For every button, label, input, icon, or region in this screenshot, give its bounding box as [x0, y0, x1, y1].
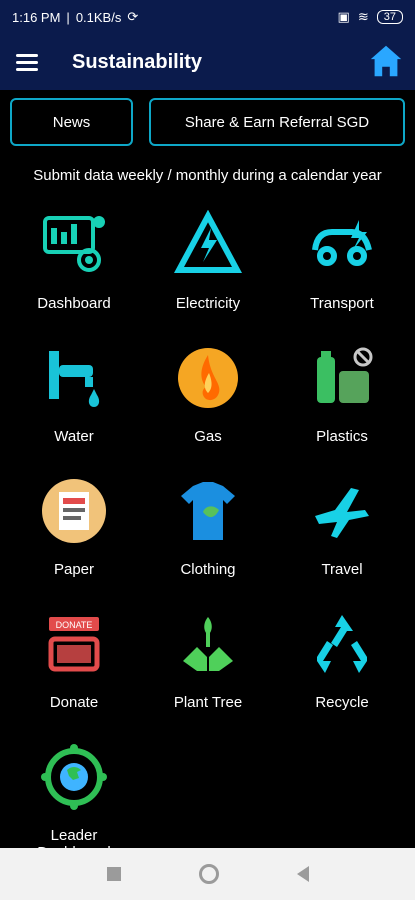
tile-water[interactable]: Water: [14, 343, 134, 463]
plant-tree-icon: [183, 617, 233, 671]
home-icon[interactable]: [367, 42, 405, 80]
hamburger-menu-icon[interactable]: [16, 48, 44, 76]
network-speed: 0.1KB/s: [75, 9, 122, 25]
tile-label: Water: [54, 428, 94, 445]
page-title: Sustainability: [72, 50, 203, 73]
tile-dashboard[interactable]: Dashboard: [14, 210, 134, 330]
app-bar: Sustainability: [0, 34, 415, 90]
tile-label: Travel: [321, 561, 363, 578]
tile-plastics[interactable]: Plastics: [282, 343, 402, 463]
tile-label: Electricity: [175, 295, 241, 312]
tile-label: Recycle: [315, 694, 369, 711]
electricity-icon: [173, 209, 243, 273]
tile-plant-tree[interactable]: Plant Tree: [148, 609, 268, 729]
sync-icon: ⟳: [127, 9, 139, 24]
status-left: 1:16 PM | 0.1KB/s ⟳: [12, 9, 138, 25]
dashboard-icon: [43, 216, 105, 272]
plastics-icon: [317, 347, 373, 403]
donate-box-icon: DONATE: [48, 617, 100, 672]
news-button[interactable]: News: [10, 98, 133, 146]
android-nav-bar: [0, 848, 415, 900]
tile-paper[interactable]: Paper: [14, 476, 134, 596]
water-faucet-icon: [49, 351, 100, 407]
tile-label: Gas: [194, 428, 222, 445]
airplane-icon: [315, 488, 369, 538]
status-bar: 1:16 PM | 0.1KB/s ⟳ ▣ ≋ 37: [0, 0, 415, 34]
back-icon[interactable]: [296, 866, 309, 882]
tile-label: Plastics: [316, 428, 368, 445]
donate-badge-text: DONATE: [56, 620, 93, 630]
gas-flame-icon: [178, 348, 238, 408]
tile-label: Paper: [53, 561, 95, 578]
status-separator: |: [66, 9, 70, 25]
battery-level: 37: [383, 11, 396, 23]
tile-gas[interactable]: Gas: [148, 343, 268, 463]
tile-label: Plant Tree: [173, 694, 243, 711]
tile-transport[interactable]: Transport: [282, 210, 402, 330]
tile-travel[interactable]: Travel: [282, 476, 402, 596]
recycle-icon: [317, 615, 367, 673]
home-nav-icon[interactable]: [198, 864, 219, 884]
tile-label: Clothing: [180, 561, 236, 578]
top-actions: News Share & Earn Referral SGD: [10, 98, 405, 146]
wifi-icon: ≋: [357, 9, 369, 24]
instruction-text: Submit data weekly / monthly during a ca…: [33, 167, 382, 184]
tile-leader-dashboard[interactable]: Leader Dashboard: [14, 742, 134, 862]
electric-car-icon: [312, 220, 372, 266]
tile-donate[interactable]: DONATE Donate: [14, 609, 134, 729]
tshirt-icon: [181, 482, 235, 540]
status-right: ▣ ≋ 37: [338, 9, 403, 25]
recents-icon[interactable]: [106, 867, 121, 881]
tile-recycle[interactable]: Recycle: [282, 609, 402, 729]
status-time: 1:16 PM: [12, 9, 61, 25]
tile-label: Donate: [49, 694, 99, 711]
paper-icon: [42, 479, 106, 543]
tile-electricity[interactable]: Electricity: [148, 209, 268, 330]
leader-dashboard-icon: [41, 744, 107, 810]
tile-clothing[interactable]: Clothing: [148, 476, 268, 596]
tile-label: Transport: [310, 295, 374, 312]
share-referral-button[interactable]: Share & Earn Referral SGD: [149, 98, 405, 146]
battery-icon: 37: [376, 10, 403, 24]
sim-icon: ▣: [337, 9, 350, 24]
tile-label: Dashboard: [37, 295, 111, 312]
